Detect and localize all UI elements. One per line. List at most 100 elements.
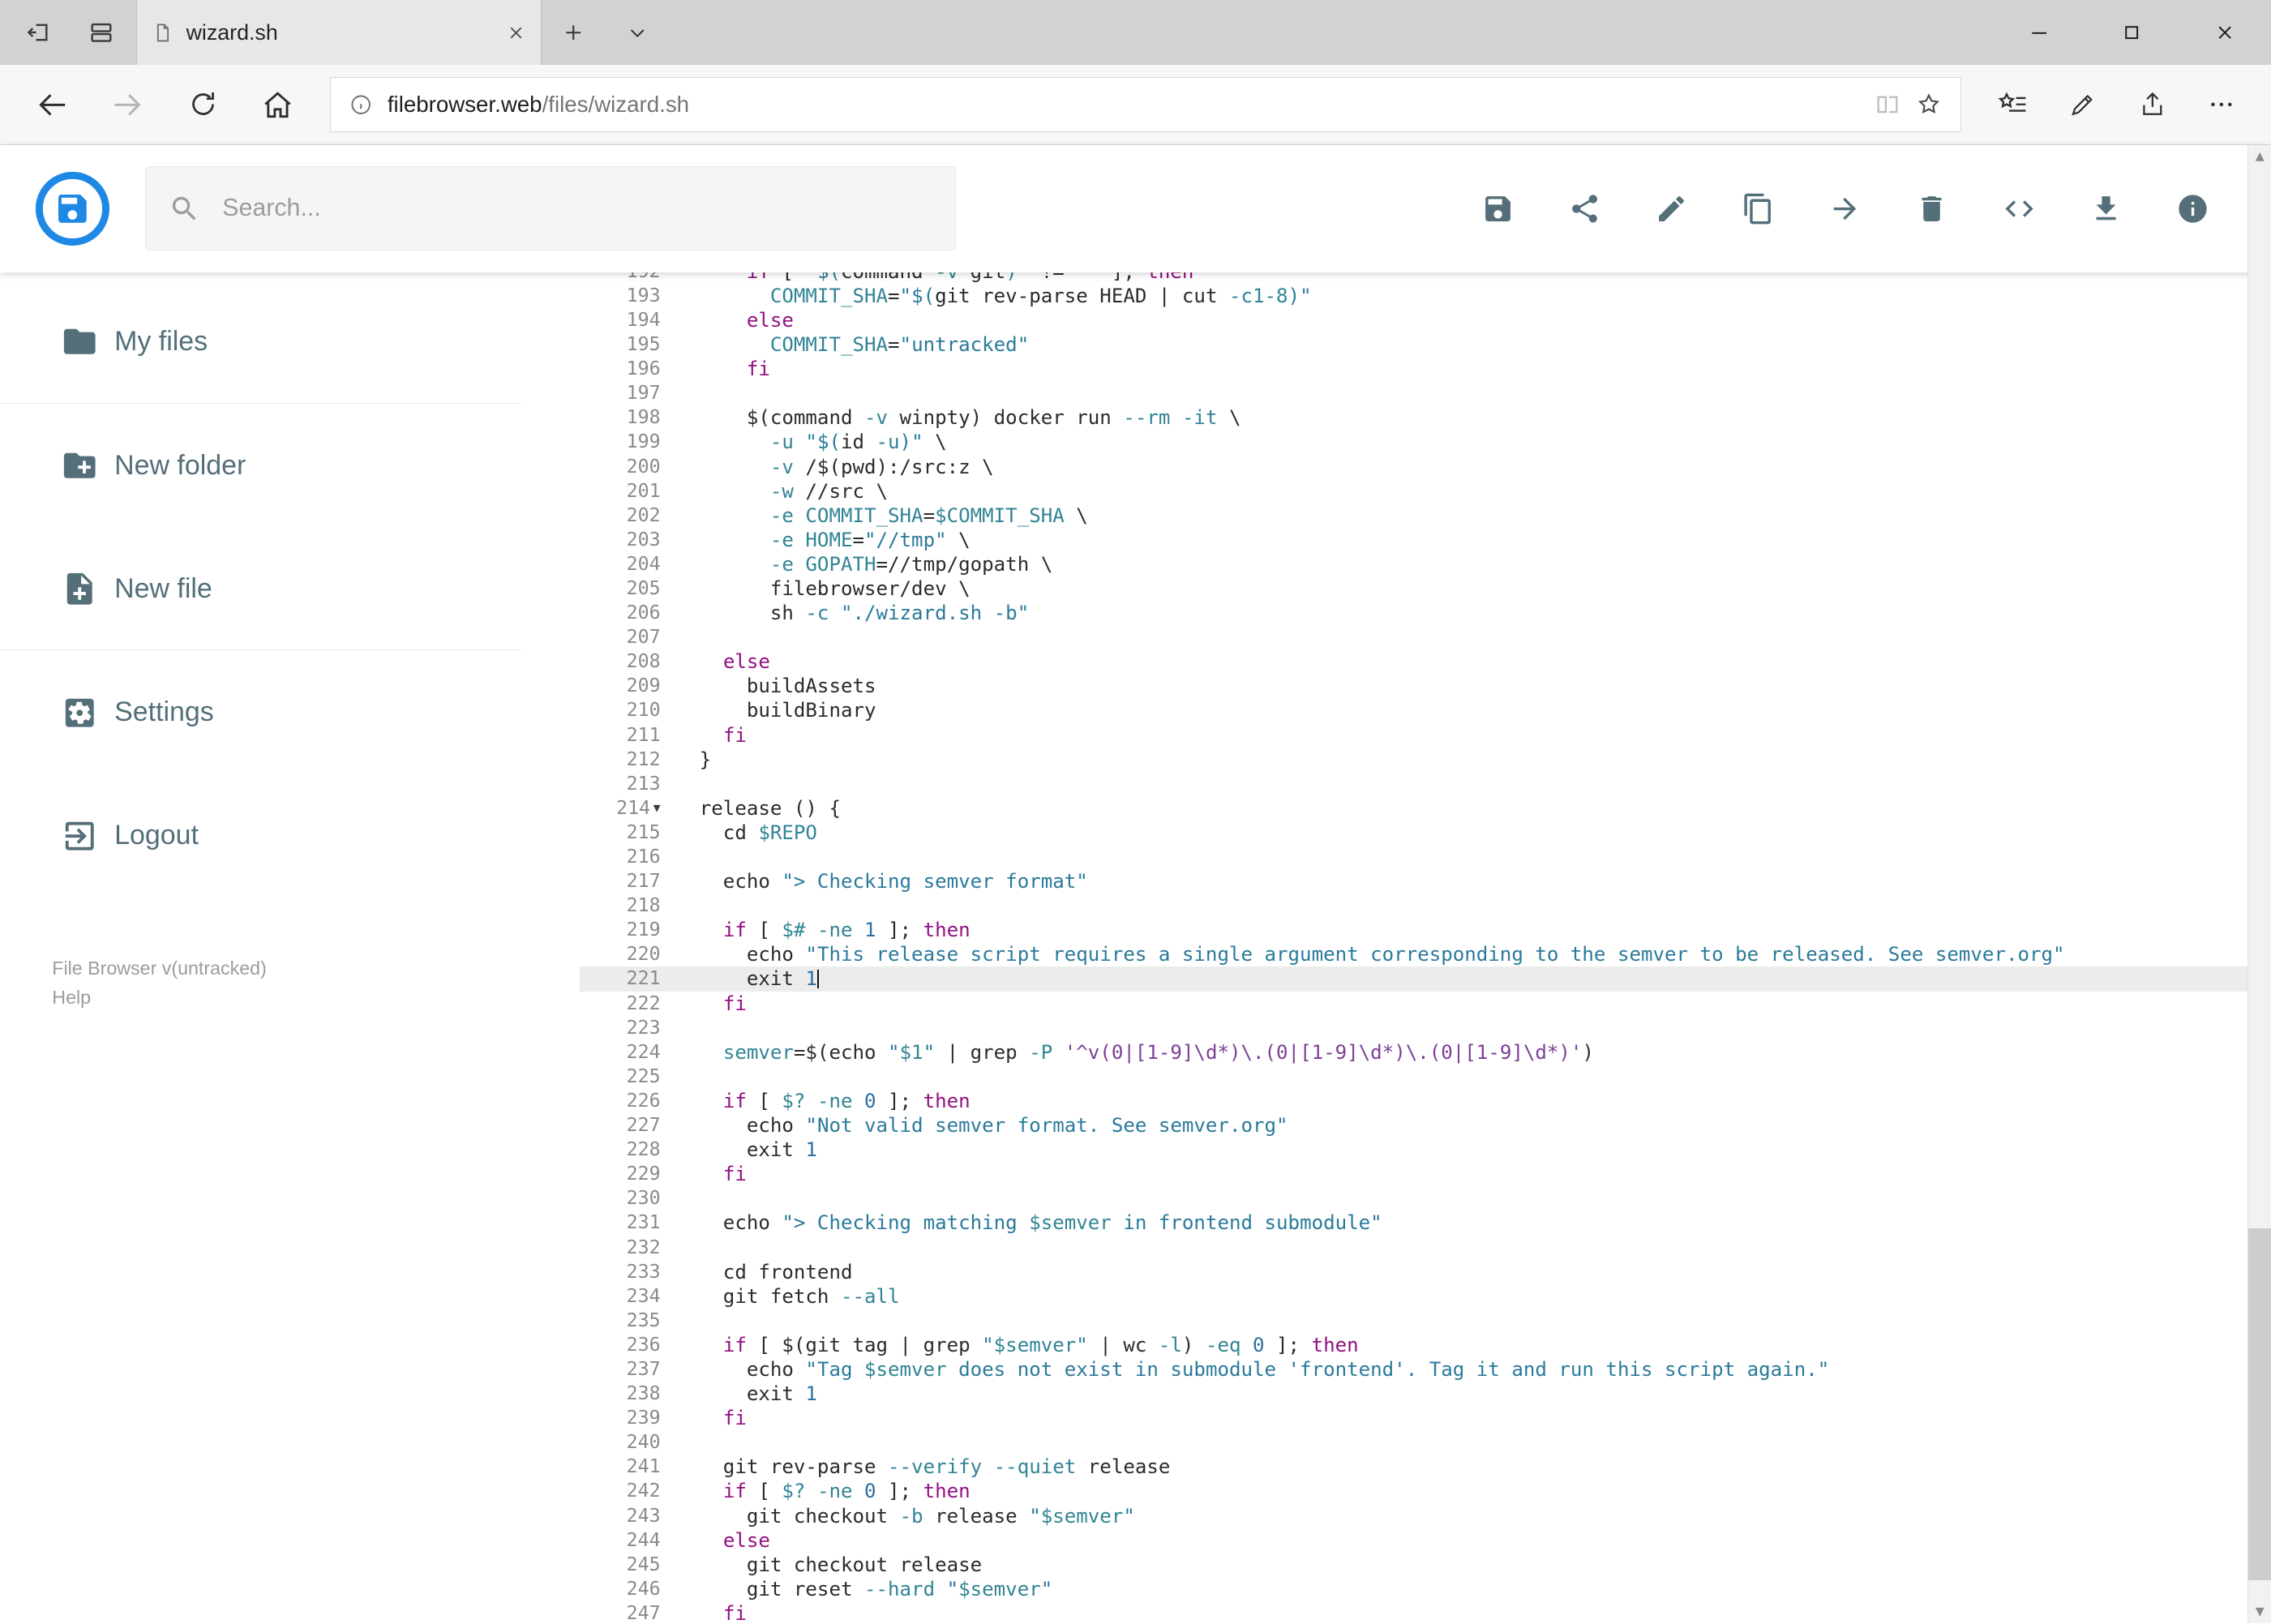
help-link[interactable]: Help xyxy=(52,983,579,1013)
search-input[interactable] xyxy=(219,193,932,224)
code-line[interactable]: 235 xyxy=(580,1309,2248,1333)
code-line-text[interactable] xyxy=(669,1186,2247,1211)
code-line-text[interactable]: echo "This release script requires a sin… xyxy=(669,942,2247,966)
vertical-scrollbar[interactable]: ▲ ▼ xyxy=(2247,144,2271,1624)
code-line-text[interactable]: git checkout -b release "$semver" xyxy=(669,1504,2247,1528)
address-bar[interactable]: filebrowser.web/files/wizard.sh xyxy=(330,77,1961,132)
code-line-text[interactable]: fi xyxy=(669,1162,2247,1186)
code-line[interactable]: 223 xyxy=(580,1016,2248,1040)
code-line-text[interactable] xyxy=(669,893,2247,918)
code-line[interactable]: 245 git checkout release xyxy=(580,1553,2248,1577)
refresh-button[interactable] xyxy=(165,72,241,137)
code-line[interactable]: 201 -w //src \ xyxy=(580,479,2248,503)
web-note-button[interactable] xyxy=(2048,72,2118,137)
code-line[interactable]: 207 xyxy=(580,625,2248,649)
code-line[interactable]: 218 xyxy=(580,893,2248,918)
code-line-text[interactable]: echo "> Checking semver format" xyxy=(669,869,2247,893)
close-button[interactable] xyxy=(2179,0,2271,65)
code-line-text[interactable]: -e GOPATH=//tmp/gopath \ xyxy=(669,552,2247,576)
code-line[interactable]: 203 -e HOME="//tmp" \ xyxy=(580,528,2248,552)
code-line-text[interactable]: fi xyxy=(669,992,2247,1016)
code-line[interactable]: 219 if [ $# -ne 1 ]; then xyxy=(580,918,2248,942)
code-line-text[interactable]: if [ $# -ne 1 ]; then xyxy=(669,918,2247,942)
code-line-text[interactable]: git reset --hard "$semver" xyxy=(669,1577,2247,1601)
code-line[interactable]: 195 COMMIT_SHA="untracked" xyxy=(580,332,2248,357)
code-line[interactable]: 227 echo "Not valid semver format. See s… xyxy=(580,1113,2248,1138)
code-line-text[interactable]: else xyxy=(669,1528,2247,1553)
code-line-text[interactable]: } xyxy=(669,748,2247,772)
code-line-text[interactable]: -e HOME="//tmp" \ xyxy=(669,528,2247,552)
tab-list-button[interactable] xyxy=(606,0,670,65)
code-line-text[interactable]: else xyxy=(669,649,2247,674)
code-line[interactable]: 237 echo "Tag $semver does not exist in … xyxy=(580,1357,2248,1382)
scrollbar-up-arrow[interactable]: ▲ xyxy=(2248,145,2271,169)
new-tab-button[interactable] xyxy=(542,0,606,65)
code-line[interactable]: 198 $(command -v winpty) docker run --rm… xyxy=(580,405,2248,430)
code-line-text[interactable]: git fetch --all xyxy=(669,1284,2247,1309)
reading-view-icon[interactable] xyxy=(1874,91,1901,118)
code-editor[interactable]: 192 if [ "$(command -v git)" != "" ]; th… xyxy=(579,272,2248,1624)
code-line-text[interactable] xyxy=(669,1016,2247,1040)
code-line-text[interactable]: exit 1 xyxy=(669,1138,2247,1162)
favorite-star-icon[interactable] xyxy=(1915,91,1943,118)
code-line-text[interactable]: exit 1 xyxy=(669,1382,2247,1406)
search-box[interactable] xyxy=(144,166,956,251)
site-info-icon[interactable] xyxy=(349,92,373,117)
delete-button[interactable] xyxy=(1888,165,1975,252)
code-line[interactable]: 229 fi xyxy=(580,1162,2248,1186)
code-line-text[interactable]: exit 1 xyxy=(669,966,2247,991)
code-line[interactable]: 202 -e COMMIT_SHA=$COMMIT_SHA \ xyxy=(580,503,2248,528)
code-line[interactable]: 209 buildAssets xyxy=(580,674,2248,698)
info-button[interactable] xyxy=(2149,165,2236,252)
code-line[interactable]: 224 semver=$(echo "$1" | grep -P '^v(0|[… xyxy=(580,1040,2248,1065)
back-button[interactable] xyxy=(15,72,90,137)
code-line[interactable]: 217 echo "> Checking semver format" xyxy=(580,869,2248,893)
code-line-text[interactable]: cd $REPO xyxy=(669,821,2247,845)
code-line-text[interactable]: git rev-parse --verify --quiet release xyxy=(669,1455,2247,1479)
code-line[interactable]: 193 COMMIT_SHA="$(git rev-parse HEAD | c… xyxy=(580,284,2248,308)
code-line-text[interactable]: COMMIT_SHA="$(git rev-parse HEAD | cut -… xyxy=(669,284,2247,308)
code-line[interactable]: 222 fi xyxy=(580,992,2248,1016)
code-line[interactable]: 225 xyxy=(580,1065,2248,1089)
code-line[interactable]: 206 sh -c "./wizard.sh -b" xyxy=(580,601,2248,625)
code-line-text[interactable]: if [ $(git tag | grep "$semver" | wc -l)… xyxy=(669,1333,2247,1357)
code-line-text[interactable]: -w //src \ xyxy=(669,479,2247,503)
code-line[interactable]: 228 exit 1 xyxy=(580,1138,2248,1162)
home-button[interactable] xyxy=(240,72,315,137)
code-line-text[interactable]: filebrowser/dev \ xyxy=(669,576,2247,601)
code-line[interactable]: 231 echo "> Checking matching $semver in… xyxy=(580,1211,2248,1235)
code-line[interactable]: 246 git reset --hard "$semver" xyxy=(580,1577,2248,1601)
code-line-text[interactable]: $(command -v winpty) docker run --rm -it… xyxy=(669,405,2247,430)
code-line[interactable]: 210 buildBinary xyxy=(580,698,2248,722)
code-line-text[interactable]: echo "> Checking matching $semver in fro… xyxy=(669,1211,2247,1235)
tab-close-icon[interactable] xyxy=(506,23,526,43)
code-line[interactable]: 204 -e GOPATH=//tmp/gopath \ xyxy=(580,552,2248,576)
code-line[interactable]: 205 filebrowser/dev \ xyxy=(580,576,2248,601)
code-line[interactable]: 221 exit 1 xyxy=(579,966,2248,992)
code-line[interactable]: 240 xyxy=(580,1430,2248,1455)
code-line[interactable]: 236 if [ $(git tag | grep "$semver" | wc… xyxy=(580,1333,2248,1357)
code-line-text[interactable] xyxy=(669,1236,2247,1260)
code-line-text[interactable]: cd frontend xyxy=(669,1260,2247,1284)
code-line[interactable]: 215 cd $REPO xyxy=(580,821,2248,845)
code-line-text[interactable]: fi xyxy=(669,723,2247,748)
code-line-text[interactable]: -e COMMIT_SHA=$COMMIT_SHA \ xyxy=(669,503,2247,528)
code-line-text[interactable]: if [ $? -ne 0 ]; then xyxy=(669,1479,2247,1503)
code-line[interactable]: 233 cd frontend xyxy=(580,1260,2248,1284)
move-button[interactable] xyxy=(1802,165,1888,252)
code-line-text[interactable]: buildAssets xyxy=(669,674,2247,698)
code-line[interactable]: 238 exit 1 xyxy=(580,1382,2248,1406)
share-button[interactable] xyxy=(1541,165,1628,252)
code-line-text[interactable]: -u "$(id -u)" \ xyxy=(669,430,2247,454)
share-page-button[interactable] xyxy=(2118,72,2187,137)
code-line[interactable]: 211 fi xyxy=(580,723,2248,748)
code-line[interactable]: 192 if [ "$(command -v git)" != "" ]; th… xyxy=(580,272,2248,284)
source-view-button[interactable] xyxy=(1976,165,2063,252)
fold-toggle-icon[interactable]: ▾ xyxy=(653,796,661,821)
sidebar-item-settings[interactable]: Settings xyxy=(0,678,580,748)
sidebar-item-new-file[interactable]: New file xyxy=(0,554,580,623)
code-line-text[interactable] xyxy=(669,772,2247,796)
code-line-text[interactable]: release () { xyxy=(669,796,2247,821)
tab-preview-button[interactable] xyxy=(70,0,134,65)
code-line[interactable]: 242 if [ $? -ne 0 ]; then xyxy=(580,1479,2248,1503)
